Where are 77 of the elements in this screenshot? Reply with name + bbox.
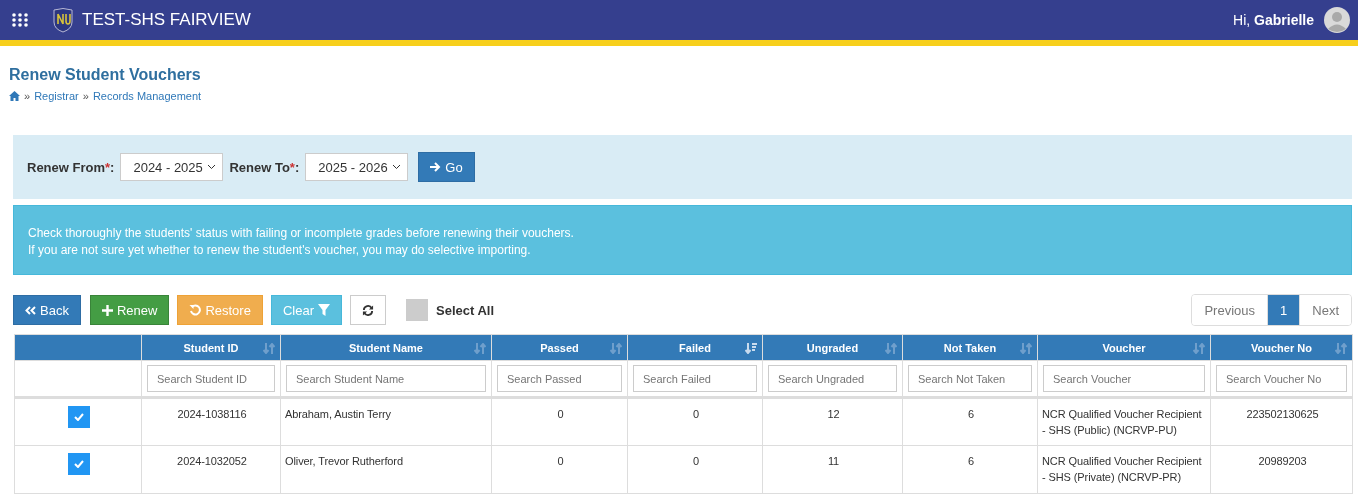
column-header[interactable]: Failed: [627, 334, 763, 361]
home-icon[interactable]: [9, 91, 20, 101]
breadcrumb-link[interactable]: Registrar: [34, 90, 79, 102]
column-search-field[interactable]: Search Not Taken: [908, 365, 1032, 392]
column-header[interactable]: Voucher: [1037, 334, 1211, 361]
column-search-field[interactable]: Search Failed: [633, 365, 757, 392]
column-search-field[interactable]: Search Student ID: [147, 365, 275, 392]
sort-icon[interactable]: [1193, 343, 1205, 354]
sort-icon[interactable]: [885, 343, 897, 354]
breadcrumb-separator: »: [82, 90, 89, 102]
row-checkbox[interactable]: [68, 453, 90, 475]
year-select[interactable]: 2025 - 2026: [305, 153, 409, 181]
column-header[interactable]: Ungraded: [762, 334, 903, 361]
table-cell: 6: [968, 455, 974, 467]
row-checkbox[interactable]: [68, 406, 90, 428]
table-cell: 223502130625: [1246, 408, 1319, 420]
back-button[interactable]: Back: [13, 295, 81, 325]
refresh-icon: [362, 303, 374, 317]
renew-button[interactable]: Renew: [89, 295, 170, 325]
shield-logo-icon: [52, 7, 74, 33]
table-cell: 0: [557, 455, 564, 467]
double-chevron-left-icon: [25, 305, 36, 315]
check-icon: [74, 460, 84, 468]
column-search-field[interactable]: Search Passed: [497, 365, 622, 392]
table-cell: 2024-1032052: [177, 455, 247, 467]
sort-descending-icon[interactable]: [745, 343, 757, 354]
sort-icon[interactable]: [1335, 343, 1347, 354]
column-search-field[interactable]: Search Voucher No: [1216, 365, 1347, 392]
filter-icon: [318, 304, 330, 316]
breadcrumb-link[interactable]: Records Management: [92, 90, 202, 102]
field-label: Renew To*:: [229, 159, 300, 175]
table-cell: Abraham, Austin Terry: [285, 408, 391, 420]
table-cell: 0: [693, 455, 699, 467]
field-label: Renew From*:: [27, 159, 115, 175]
column-search-field[interactable]: Search Student Name: [286, 365, 486, 392]
apps-grid-icon[interactable]: [12, 13, 28, 27]
table-cell: 0: [693, 408, 699, 420]
undo-icon: [189, 304, 202, 316]
column-header[interactable]: Student ID: [141, 334, 281, 361]
column-search-field[interactable]: Search Voucher: [1043, 365, 1205, 392]
sort-icon[interactable]: [263, 343, 275, 354]
sort-icon[interactable]: [474, 343, 486, 354]
user-greeting: Hi, Gabrielle: [1233, 12, 1314, 28]
table-cell: 11: [827, 455, 840, 467]
alert-text: If you are not sure yet whether to renew the student's voucher, you may do selective importing.: [28, 243, 532, 257]
check-icon: [74, 413, 84, 421]
breadcrumb-separator: »: [24, 90, 31, 102]
column-header[interactable]: Voucher No: [1210, 334, 1353, 361]
select-all-checkbox[interactable]: [406, 299, 428, 321]
sort-icon[interactable]: [610, 343, 622, 354]
column-header[interactable]: Student Name: [280, 334, 492, 361]
plus-icon: [101, 304, 113, 316]
table-cell: Oliver, Trevor Rutherford: [285, 455, 403, 467]
table-cell: 6: [968, 408, 974, 420]
column-header[interactable]: Passed: [491, 334, 628, 361]
table-cell: NCR Qualified Voucher Recipient - SHS (Private) (NCRVP-PR): [1042, 455, 1202, 483]
pagination-button[interactable]: Next: [1299, 295, 1351, 325]
table-cell: 12: [827, 408, 840, 420]
column-search-field[interactable]: Search Ungraded: [768, 365, 897, 392]
sort-icon[interactable]: [1020, 343, 1032, 354]
refresh-button[interactable]: [350, 295, 386, 325]
caret-icon: [392, 164, 402, 170]
alert-text: Check thoroughly the students' status with failing or incomplete grades before renewing their vouchers.: [28, 226, 575, 240]
pagination-button[interactable]: 1: [1267, 295, 1300, 325]
table-cell: NCR Qualified Voucher Recipient - SHS (Public) (NCRVP-PU): [1042, 408, 1202, 436]
table-cell: 2024-1038116: [177, 408, 247, 420]
table-cell: 0: [557, 408, 564, 420]
page-title: Renew Student Vouchers: [9, 66, 202, 84]
arrow-right-icon: [430, 162, 442, 172]
table-cell: 20989203: [1258, 455, 1307, 467]
column-header[interactable]: Not Taken: [902, 334, 1038, 361]
go-button[interactable]: Go: [418, 152, 475, 182]
year-select[interactable]: 2024 - 2025: [120, 153, 224, 181]
avatar-icon[interactable]: [1324, 7, 1350, 33]
school-name: TEST-SHS FAIRVIEW: [82, 10, 251, 30]
select-all-label: Select All: [436, 302, 495, 318]
caret-icon: [207, 164, 217, 170]
